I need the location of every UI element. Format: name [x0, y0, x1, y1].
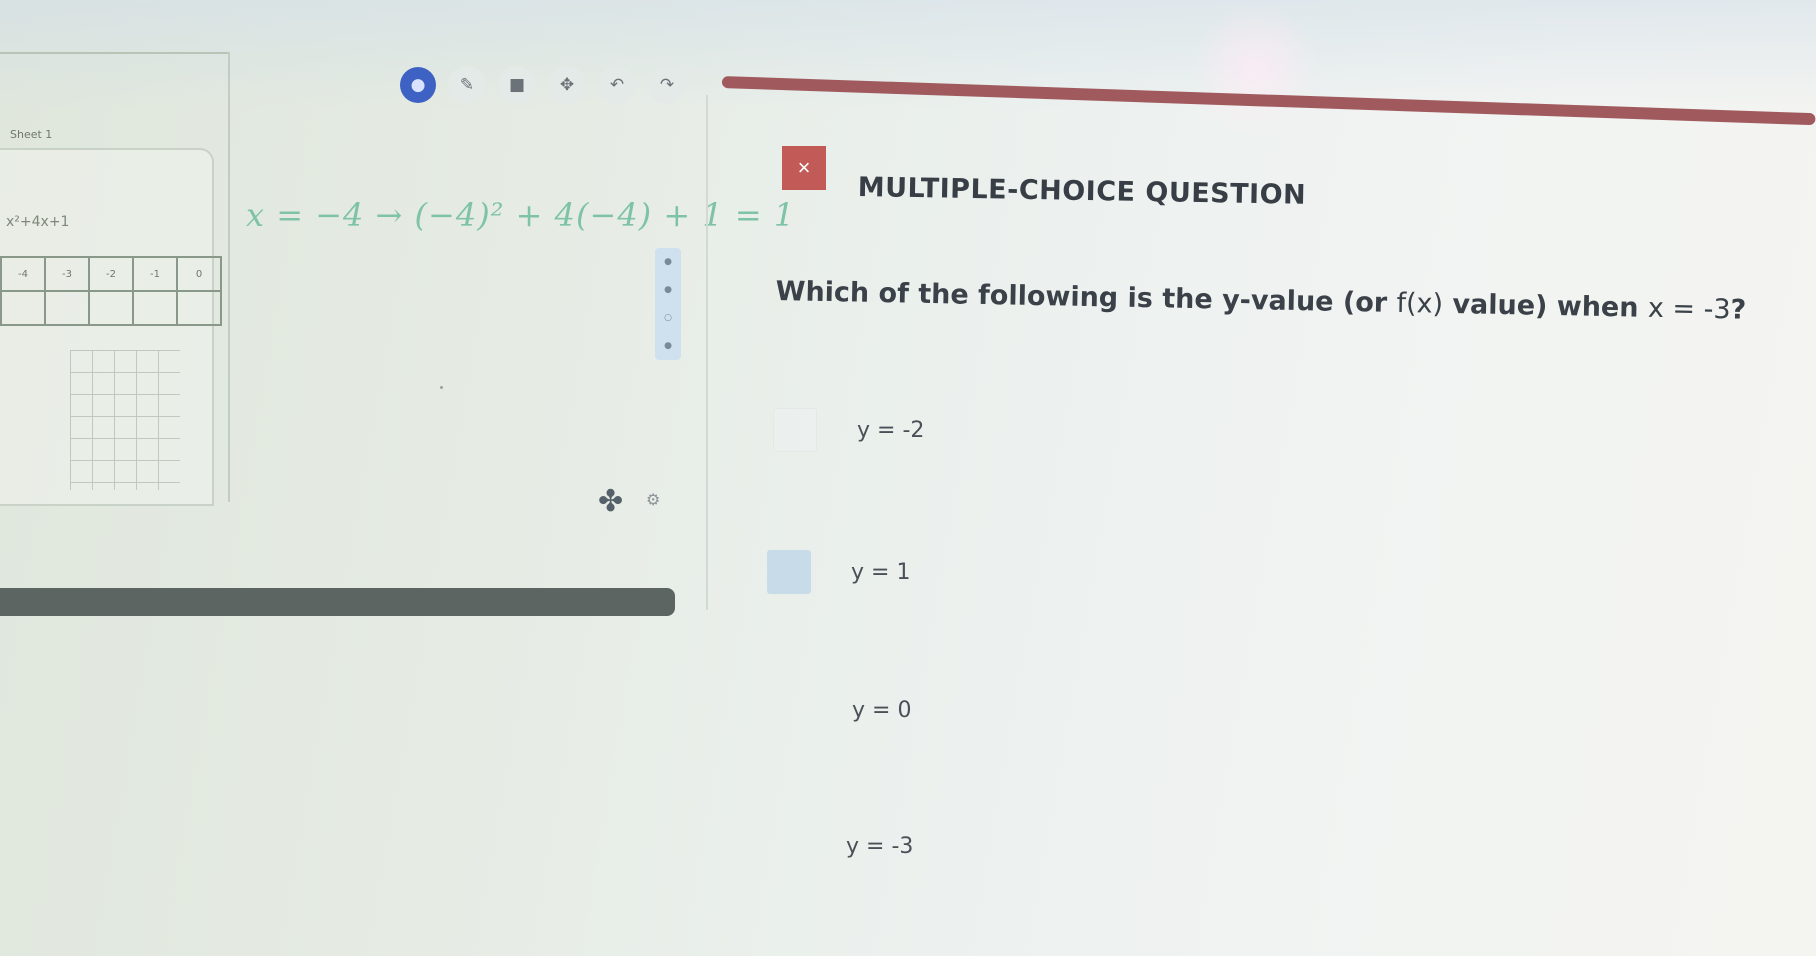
drawing-toolbar: ● ✎ ■ ✥ ↶ ↷	[400, 66, 686, 104]
question-header: MULTIPLE-CHOICE QUESTION	[857, 172, 1307, 211]
table-row: -4 -3 -2 -1 0	[0, 256, 222, 292]
circle-pen-icon[interactable]: ●	[400, 67, 436, 103]
option-checkbox[interactable]	[773, 408, 817, 452]
table-cell: -4	[0, 256, 46, 292]
option-label: y = -3	[846, 834, 914, 859]
move-icon[interactable]: ✥	[548, 66, 586, 104]
prompt-fx: f(x)	[1396, 287, 1444, 320]
answer-option-selected[interactable]: y = 1	[767, 550, 910, 594]
square-icon[interactable]: ■	[498, 66, 536, 104]
panel-divider	[706, 95, 708, 610]
table-cell: -1	[132, 256, 178, 292]
redo-icon[interactable]: ↷	[648, 66, 686, 104]
table-cell: -3	[44, 256, 90, 292]
answer-option[interactable]: y = 0	[852, 698, 911, 723]
dot-icon: ●	[664, 285, 672, 295]
option-label: y = 0	[852, 698, 912, 723]
sheet-panel-border	[228, 52, 230, 502]
question-prompt: Which of the following is the y-value (o…	[775, 276, 1746, 326]
scroll-bar[interactable]	[0, 588, 675, 616]
handwritten-equation: x = −4 → (−4)² + 4(−4) + 1 = 1	[246, 196, 796, 234]
option-label: y = -2	[857, 417, 925, 443]
option-label: y = 1	[851, 559, 911, 585]
paint-bucket-icon[interactable]: ✤	[598, 484, 623, 519]
close-button[interactable]: ×	[782, 146, 826, 190]
undo-icon[interactable]: ↶	[598, 66, 636, 104]
table-cell	[88, 290, 134, 326]
table-cell	[0, 290, 46, 326]
dot-icon: ●	[664, 341, 672, 351]
function-label: x²+4x+1	[6, 214, 70, 230]
option-checkbox[interactable]	[767, 550, 811, 594]
pencil-icon[interactable]: ✎	[448, 66, 486, 104]
prompt-text: Which of the following is the y-value (o…	[775, 276, 1397, 319]
table-cell	[132, 290, 178, 326]
prompt-text: ?	[1730, 294, 1747, 326]
graph-grid	[70, 350, 180, 490]
table-cell	[44, 290, 90, 326]
table-cell: 0	[176, 256, 222, 292]
dot-icon: ●	[664, 257, 672, 267]
table-row	[0, 290, 222, 326]
side-widget-strip[interactable]: ● ● ○ ●	[655, 248, 681, 360]
answer-option[interactable]: y = -3	[846, 834, 913, 859]
table-cell	[176, 290, 222, 326]
settings-icon[interactable]: ⚙	[646, 490, 660, 509]
table-cell: -2	[88, 256, 134, 292]
prompt-x: x = -3	[1647, 292, 1731, 326]
screen-glare	[1190, 0, 1320, 140]
sheet-tab-line	[0, 52, 228, 54]
value-table: -4 -3 -2 -1 0	[0, 256, 222, 326]
prompt-text: value) when	[1442, 288, 1649, 324]
sheet-name[interactable]: Sheet 1	[10, 128, 52, 141]
answer-option[interactable]: y = -2	[773, 408, 924, 452]
stray-dot	[440, 386, 443, 389]
dot-icon: ○	[664, 313, 672, 323]
